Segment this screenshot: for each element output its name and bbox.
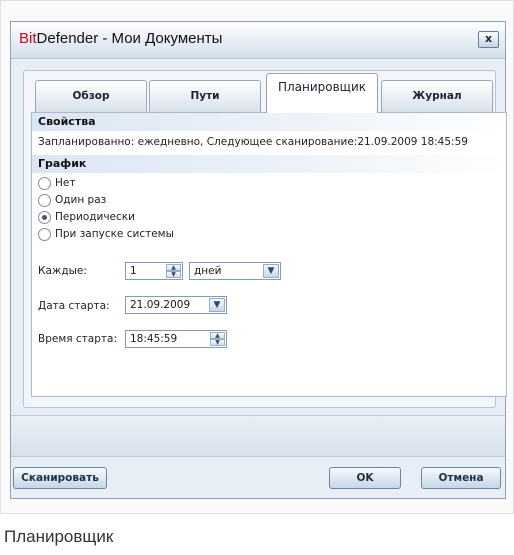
footer-band	[11, 415, 505, 457]
chevron-down-icon[interactable]: ▼	[209, 298, 225, 312]
chevron-down-icon[interactable]: ▼	[263, 264, 279, 278]
title-brand: Bit	[19, 30, 37, 47]
screenshot-frame: BitDefender - Мои Документы x Обзор Пути…	[0, 0, 514, 514]
every-unit-select[interactable]: дней ▼	[189, 262, 281, 280]
window-title: BitDefender - Мои Документы	[19, 30, 222, 47]
every-unit: дней	[194, 265, 222, 277]
radio-on-startup-circle[interactable]	[38, 228, 51, 241]
close-button[interactable]: x	[478, 31, 499, 48]
cancel-button[interactable]: Отмена	[421, 467, 501, 489]
ok-button[interactable]: OK	[329, 467, 401, 489]
radio-periodic-circle[interactable]	[38, 211, 51, 224]
schedule-header: График	[32, 155, 506, 173]
tab-log[interactable]: Журнал	[381, 80, 493, 112]
title-text: Defender - Мои Документы	[36, 30, 223, 47]
every-value: 1	[130, 265, 137, 277]
radio-once-label: Один раз	[55, 194, 107, 206]
radio-once-circle[interactable]	[38, 194, 51, 207]
dialog-window: BitDefender - Мои Документы x Обзор Пути…	[10, 21, 507, 499]
radio-on-startup-label: При запуске системы	[55, 228, 174, 240]
image-caption: Планировщик	[4, 527, 114, 546]
start-time-value: 18:45:59	[130, 333, 178, 345]
every-value-input[interactable]: 1 ▲ ▼	[125, 262, 183, 280]
start-time-label: Время старта:	[38, 333, 117, 345]
spin-updown-icon[interactable]: ▲ ▼	[166, 264, 181, 278]
scan-button[interactable]: Сканировать	[13, 467, 107, 489]
start-date-picker[interactable]: 21.09.2009 ▼	[125, 296, 227, 314]
radio-periodic-label: Периодически	[55, 211, 135, 223]
start-date-value: 21.09.2009	[130, 299, 191, 311]
start-date-label: Дата старта:	[38, 300, 110, 312]
scheduler-content: Свойства Запланированно: ежедневно, След…	[31, 112, 507, 397]
schedule-summary: Запланированно: ежедневно, Следующее ска…	[38, 136, 468, 148]
radio-none-label: Нет	[55, 177, 76, 189]
every-label: Каждые:	[38, 265, 87, 277]
properties-header: Свойства	[32, 113, 506, 131]
title-bar: BitDefender - Мои Документы x	[11, 22, 505, 59]
tab-paths[interactable]: Пути	[149, 80, 261, 112]
spin-updown-icon[interactable]: ▲ ▼	[210, 332, 225, 346]
start-time-input[interactable]: 18:45:59 ▲ ▼	[125, 330, 227, 348]
radio-none-circle[interactable]	[38, 177, 51, 190]
tab-scheduler[interactable]: Планировщик	[266, 73, 378, 113]
tab-overview[interactable]: Обзор	[35, 80, 147, 112]
